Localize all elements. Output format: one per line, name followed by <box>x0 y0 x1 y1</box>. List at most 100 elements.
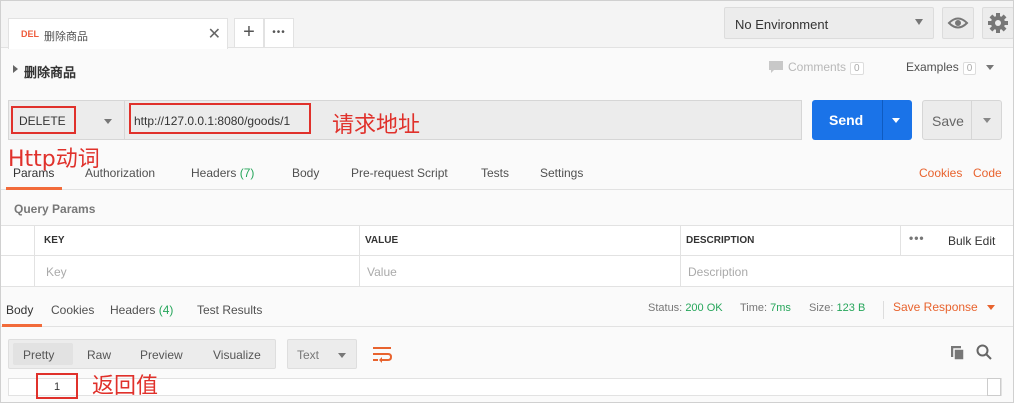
description-input[interactable]: Description <box>688 265 748 279</box>
format-select[interactable]: Text <box>287 339 357 369</box>
chevron-down-icon <box>338 353 346 358</box>
time-label: Time: <box>740 302 768 314</box>
tab-authorization[interactable]: Authorization <box>85 166 155 180</box>
save-options-icon[interactable] <box>983 118 991 123</box>
response-tabs: Body Cookies Headers (4) Test Results St… <box>0 295 1014 327</box>
environment-settings-button[interactable] <box>982 7 1014 39</box>
time-value: 7ms <box>770 302 791 314</box>
status-readout: Status: 200 OK <box>648 302 723 314</box>
request-name[interactable]: 删除商品 <box>24 62 76 81</box>
mode-pretty[interactable]: Pretty <box>23 348 54 362</box>
column-divider <box>34 226 35 287</box>
key-column-header: KEY <box>44 235 65 246</box>
bulk-edit-link[interactable]: Bulk Edit <box>948 234 995 248</box>
tab-headers-count: (7) <box>239 166 255 180</box>
column-divider <box>900 226 901 256</box>
table-more-button[interactable]: ••• <box>909 231 925 245</box>
cookies-link[interactable]: Cookies <box>919 166 962 180</box>
close-tab-icon[interactable]: ✕ <box>208 24 221 44</box>
examples-count: 0 <box>962 62 977 75</box>
value-input[interactable]: Value <box>367 265 397 279</box>
save-response-button[interactable]: Save Response <box>893 300 996 314</box>
environment-select[interactable]: No Environment <box>724 7 934 39</box>
collapse-triangle-icon[interactable] <box>13 65 18 73</box>
wrap-lines-button[interactable] <box>368 339 396 369</box>
send-button[interactable]: Send <box>812 100 912 140</box>
response-value-highlight-box: 1 <box>36 373 78 399</box>
tab-body[interactable]: Body <box>292 166 319 180</box>
size-readout: Size: 123 B <box>809 302 865 314</box>
new-tab-button[interactable]: + <box>234 18 264 48</box>
chevron-down-icon <box>987 305 996 310</box>
search-icon <box>976 344 992 360</box>
size-value: 123 B <box>836 302 866 314</box>
time-readout: Time: 7ms <box>740 302 791 314</box>
mode-visualize[interactable]: Visualize <box>213 348 261 362</box>
format-value: Text <box>297 348 320 362</box>
view-mode-segmented-control: Pretty Raw Preview Visualize <box>8 339 276 369</box>
tab-headers-label: Headers <box>191 166 237 180</box>
status-value: 200 OK <box>685 302 723 314</box>
status-label: Status: <box>648 302 683 314</box>
response-tab-test-results[interactable]: Test Results <box>197 303 262 317</box>
chevron-down-icon <box>915 19 923 25</box>
line-number: 1 <box>54 381 61 393</box>
active-response-tab-indicator <box>2 324 42 327</box>
method-highlight-box <box>11 106 76 134</box>
tab-params[interactable]: Params <box>13 166 54 180</box>
request-tabs: Params Authorization Headers (7) Body Pr… <box>0 160 1014 190</box>
environment-value: No Environment <box>735 17 829 32</box>
query-params-table: KEY VALUE DESCRIPTION ••• Bulk Edit Key … <box>0 225 1014 287</box>
gear-icon <box>988 13 1008 33</box>
code-link[interactable]: Code <box>973 166 1002 180</box>
editor-scrollbar[interactable] <box>987 378 1001 396</box>
response-headers-count: (4) <box>158 303 174 317</box>
table-header-row <box>0 226 1014 256</box>
comment-icon <box>769 61 783 73</box>
mode-preview[interactable]: Preview <box>140 348 183 362</box>
tab-more-button[interactable]: ••• <box>264 18 294 48</box>
response-tab-cookies[interactable]: Cookies <box>51 303 94 317</box>
column-divider <box>680 226 681 287</box>
response-headers-label: Headers <box>110 303 156 317</box>
mode-raw[interactable]: Raw <box>87 348 111 362</box>
url-highlight-box <box>129 103 311 134</box>
comments-label: Comments <box>788 60 847 74</box>
tab-headers[interactable]: Headers (7) <box>191 166 254 180</box>
send-divider <box>882 100 883 140</box>
copy-response-button[interactable] <box>948 343 966 364</box>
examples-label: Examples <box>906 60 959 74</box>
request-tab[interactable]: DEL 删除商品 ✕ <box>8 18 228 49</box>
value-column-header: VALUE <box>365 235 399 246</box>
save-button[interactable]: Save <box>922 100 1002 140</box>
query-params-title: Query Params <box>14 202 96 216</box>
wrap-lines-icon <box>373 347 393 363</box>
tab-method-badge: DEL <box>21 29 39 39</box>
tab-settings[interactable]: Settings <box>540 166 583 180</box>
column-divider <box>359 226 360 287</box>
response-tab-body[interactable]: Body <box>6 303 33 317</box>
divider <box>883 301 884 319</box>
search-response-button[interactable] <box>975 343 993 364</box>
examples-dropdown[interactable]: Examples 0 <box>906 60 994 75</box>
send-options-icon[interactable] <box>892 118 900 123</box>
tab-title: 删除商品 <box>44 31 88 43</box>
active-tab-indicator <box>6 187 62 190</box>
key-input[interactable]: Key <box>46 265 67 279</box>
response-tab-headers[interactable]: Headers (4) <box>110 303 173 317</box>
send-label: Send <box>829 112 864 128</box>
eye-icon <box>947 17 969 29</box>
comments-button[interactable]: Comments 0 <box>768 60 864 75</box>
response-annotation: 返回值 <box>92 374 159 399</box>
copy-icon <box>951 346 965 361</box>
comments-count: 0 <box>850 62 864 75</box>
description-column-header: DESCRIPTION <box>686 235 755 246</box>
save-label: Save <box>932 113 964 129</box>
environment-quick-look-button[interactable] <box>942 7 974 39</box>
save-divider <box>971 101 972 139</box>
chevron-down-icon <box>104 119 112 124</box>
tab-tests[interactable]: Tests <box>481 166 509 180</box>
tab-prerequest-script[interactable]: Pre-request Script <box>351 166 448 180</box>
chevron-down-icon <box>985 65 994 70</box>
save-response-label: Save Response <box>893 300 978 314</box>
